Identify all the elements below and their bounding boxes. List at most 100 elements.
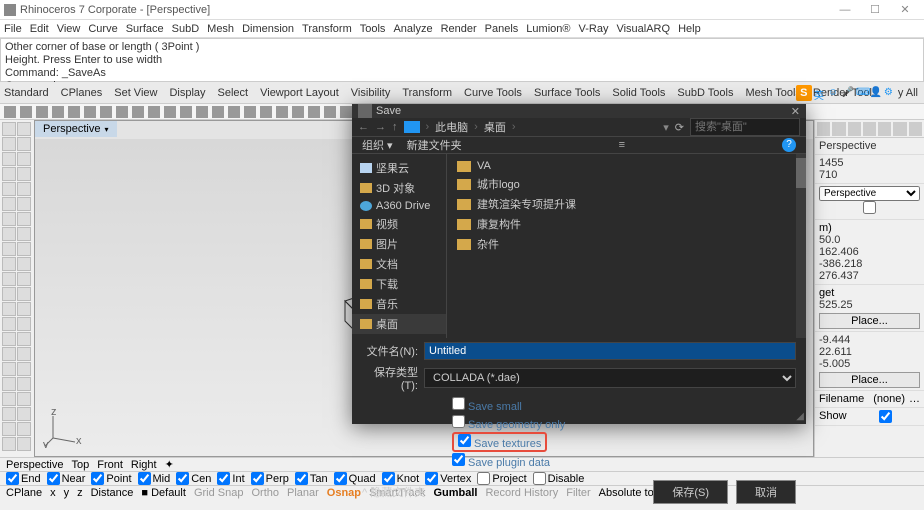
scrollbar[interactable] (796, 154, 806, 338)
menu-curve[interactable]: Curve (88, 23, 117, 35)
tool-button[interactable] (2, 182, 16, 196)
panel-tab-icon[interactable] (817, 122, 830, 136)
tool-button[interactable] (2, 152, 16, 166)
toolbar-icon[interactable] (148, 106, 160, 118)
viewport-tab-✦[interactable]: ✦ (165, 458, 174, 471)
filetype-select[interactable]: COLLADA (*.dae) (424, 368, 796, 388)
viewport-label[interactable]: Perspective (35, 121, 117, 137)
panel-tab-icon[interactable] (878, 122, 891, 136)
save-button[interactable]: 保存(S) (653, 480, 728, 504)
ime-lang-icon[interactable]: 英 (814, 87, 826, 99)
tool-button[interactable] (2, 302, 16, 316)
osnap-checkbox[interactable] (334, 472, 347, 485)
tool-button[interactable] (17, 272, 31, 286)
tool-button[interactable] (2, 212, 16, 226)
menu-help[interactable]: Help (678, 23, 701, 35)
toolbar-icon[interactable] (228, 106, 240, 118)
toolbar-icon[interactable] (196, 106, 208, 118)
tool-button[interactable] (17, 182, 31, 196)
cancel-button[interactable]: 取消 (736, 480, 796, 504)
viewport-tab-right[interactable]: Right (131, 459, 157, 471)
menu-v-ray[interactable]: V-Ray (578, 23, 608, 35)
toolbar-icon[interactable] (100, 106, 112, 118)
resize-grip-icon[interactable]: ◢ (796, 411, 804, 422)
tool-button[interactable] (2, 137, 16, 151)
toolbar-icon[interactable] (52, 106, 64, 118)
tab-curve-tools[interactable]: Curve Tools (464, 87, 522, 99)
ime-keyboard-icon[interactable]: ⌨ (856, 87, 868, 99)
menu-file[interactable]: File (4, 23, 22, 35)
osnap-checkbox[interactable] (176, 472, 189, 485)
file-item[interactable]: 杂件 (447, 234, 806, 254)
hide-folders-toggle[interactable]: ^ 隐藏文件夹 (362, 484, 425, 500)
tool-button[interactable] (17, 242, 31, 256)
menu-surface[interactable]: Surface (126, 23, 164, 35)
save-opt-save-plugin-data[interactable]: Save plugin data (452, 452, 796, 470)
tree-item[interactable]: 坚果云 (352, 158, 446, 178)
tab-cplanes[interactable]: CPlanes (61, 87, 103, 99)
save-opt-save-small[interactable]: Save small (452, 396, 796, 414)
new-folder-button[interactable]: 新建文件夹 (407, 137, 462, 153)
status-planar[interactable]: Planar (287, 487, 319, 499)
viewport-tab-top[interactable]: Top (71, 459, 89, 471)
tree-item[interactable]: A360 Drive (352, 198, 446, 214)
panel-tab-icon[interactable] (863, 122, 876, 136)
organize-menu[interactable]: 组织 ▾ (362, 137, 393, 153)
tool-button[interactable] (17, 332, 31, 346)
osnap-mid[interactable]: Mid (138, 472, 171, 485)
menu-visualarq[interactable]: VisualARQ (616, 23, 670, 35)
tab-visibility[interactable]: Visibility (351, 87, 391, 99)
tool-button[interactable] (17, 362, 31, 376)
menu-edit[interactable]: Edit (30, 23, 49, 35)
toolbar-icon[interactable] (260, 106, 272, 118)
tool-button[interactable] (17, 122, 31, 136)
osnap-checkbox[interactable] (217, 472, 230, 485)
osnap-point[interactable]: Point (91, 472, 131, 485)
osnap-checkbox[interactable] (91, 472, 104, 485)
osnap-cen[interactable]: Cen (176, 472, 211, 485)
filename-input[interactable] (424, 342, 796, 360)
tool-button[interactable] (2, 347, 16, 361)
maximize-button[interactable]: ☐ (860, 3, 890, 16)
browse-button[interactable]: … (909, 393, 920, 405)
place-button[interactable]: Place... (819, 313, 920, 329)
view-mode-icon[interactable]: ≡ (619, 139, 625, 151)
tab-select[interactable]: Select (218, 87, 249, 99)
osnap-perp[interactable]: Perp (251, 472, 289, 485)
tool-button[interactable] (17, 287, 31, 301)
tab-standard[interactable]: Standard (4, 87, 49, 99)
osnap-int[interactable]: Int (217, 472, 244, 485)
tab-solid-tools[interactable]: Solid Tools (612, 87, 665, 99)
status-gridsnap[interactable]: Grid Snap (194, 487, 244, 499)
toolbar-icon[interactable] (132, 106, 144, 118)
tool-button[interactable] (17, 167, 31, 181)
osnap-tan[interactable]: Tan (295, 472, 328, 485)
save-opt-save-textures[interactable]: Save textures (452, 432, 547, 452)
show-checkbox[interactable] (851, 410, 920, 423)
menu-render[interactable]: Render (441, 23, 477, 35)
nav-back-icon[interactable]: ← (358, 121, 369, 133)
menu-mesh[interactable]: Mesh (207, 23, 234, 35)
status-layer[interactable]: ■ Default (141, 487, 186, 499)
scrollbar-thumb[interactable] (796, 158, 806, 188)
ime-gear-icon[interactable]: ⚙ (884, 87, 896, 99)
tool-button[interactable] (17, 407, 31, 421)
help-icon[interactable]: ? (782, 138, 796, 152)
tool-button[interactable] (17, 137, 31, 151)
breadcrumb[interactable]: 此电脑 (435, 119, 468, 135)
status-cplane[interactable]: CPlane (6, 487, 42, 499)
file-item[interactable]: VA (447, 158, 806, 174)
tree-item[interactable]: 文档 (352, 254, 446, 274)
toolbar-icon[interactable] (276, 106, 288, 118)
tool-button[interactable] (17, 347, 31, 361)
osnap-checkbox[interactable] (295, 472, 308, 485)
tool-button[interactable] (17, 152, 31, 166)
tool-button[interactable] (17, 377, 31, 391)
tool-button[interactable] (2, 257, 16, 271)
tree-item[interactable]: 桌面 (352, 314, 446, 334)
file-list[interactable]: VA城市logo建筑渲染专项提升课康复构件杂件 (447, 154, 806, 338)
toolbar-icon[interactable] (292, 106, 304, 118)
tool-button[interactable] (17, 317, 31, 331)
menu-lumion®[interactable]: Lumion® (526, 23, 570, 35)
osnap-checkbox[interactable] (6, 472, 19, 485)
